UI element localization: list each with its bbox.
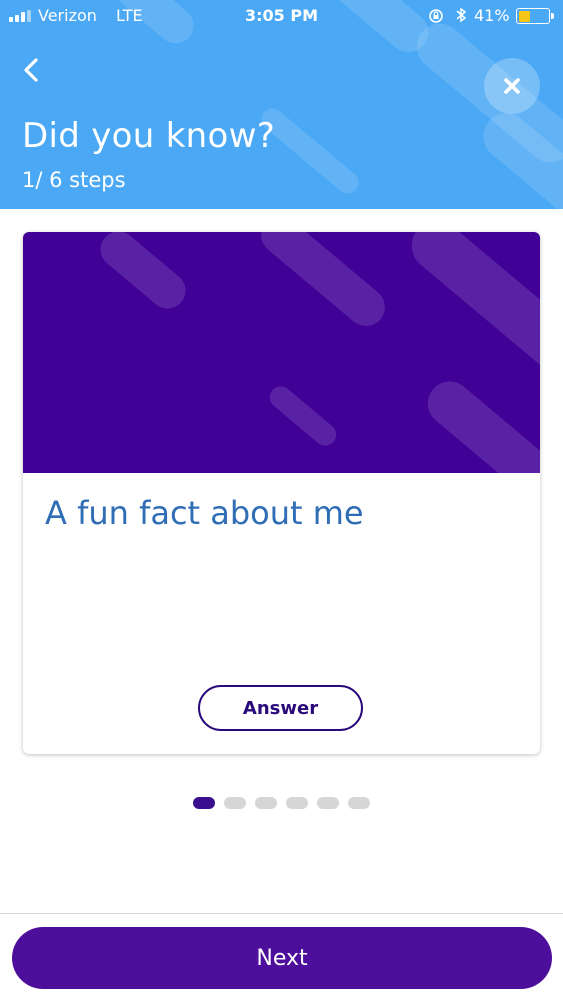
battery-percentage: 41% (474, 6, 510, 25)
decorative-streak (418, 372, 540, 473)
decorative-streak (265, 381, 341, 451)
close-button[interactable] (484, 58, 540, 114)
decorative-streak (401, 232, 540, 384)
back-button[interactable] (14, 52, 50, 88)
next-button[interactable]: Next (12, 927, 552, 989)
card-banner (23, 232, 540, 473)
battery-level (518, 10, 531, 22)
step-counter: 1/ 6 steps (22, 168, 126, 192)
card-title: A fun fact about me (45, 494, 364, 532)
header: Verizon LTE 3:05 PM 41% Did you know? 1/… (0, 0, 563, 209)
page-dot (348, 797, 370, 809)
battery-icon (516, 8, 554, 24)
page-dot-active (193, 797, 215, 809)
decorative-streak (253, 232, 393, 334)
page-dot (286, 797, 308, 809)
page-title: Did you know? (22, 116, 276, 156)
page-dot (317, 797, 339, 809)
bluetooth-icon (456, 7, 467, 23)
page-dot (224, 797, 246, 809)
answer-button[interactable]: Answer (198, 685, 363, 731)
decorative-streak (93, 232, 193, 316)
fact-card: A fun fact about me Answer (23, 232, 540, 754)
chevron-left-icon (24, 58, 38, 82)
status-bar: Verizon LTE 3:05 PM 41% (0, 0, 563, 32)
close-icon (504, 78, 520, 94)
orientation-lock-icon (429, 9, 443, 23)
footer-divider (0, 913, 563, 914)
page-indicator (0, 797, 563, 809)
page-dot (255, 797, 277, 809)
